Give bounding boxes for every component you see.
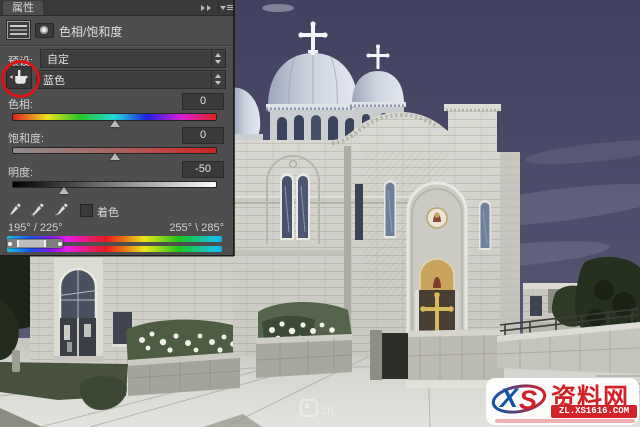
- panel-title: 色相/饱和度: [59, 23, 122, 40]
- svg-text:+: +: [31, 210, 36, 217]
- add-eyedropper-button[interactable]: +: [31, 202, 45, 217]
- range-feather-right[interactable]: [58, 242, 62, 246]
- range-right-label: 255° \ 285°: [169, 222, 224, 234]
- panel-tab-bar: 属性: [0, 0, 233, 16]
- preset-dropdown-arrows-icon: [211, 50, 225, 67]
- watermark-blur-line: [495, 419, 635, 423]
- eyedropper-button[interactable]: [8, 202, 22, 217]
- tab-properties[interactable]: 属性: [3, 1, 43, 15]
- faint-watermark-text: cn: [321, 403, 334, 417]
- preset-value: 自定: [41, 51, 211, 67]
- preset-dropdown[interactable]: 自定: [40, 49, 226, 68]
- lightness-slider-thumb[interactable]: [59, 187, 69, 194]
- range-left-label: 195° / 225°: [8, 222, 63, 234]
- saturation-label: 饱和度:: [8, 130, 44, 146]
- hue-label: 色相:: [8, 96, 33, 112]
- saturation-value-field[interactable]: 0: [182, 127, 224, 144]
- properties-panel: 属性 色相/饱和度 预设: 自定 蓝色 色相: 0 饱和度: 0 明度: -5: [0, 0, 234, 256]
- range-handle-right[interactable]: [44, 240, 46, 247]
- channel-dropdown[interactable]: 蓝色: [36, 70, 226, 89]
- hue-slider[interactable]: [12, 113, 217, 121]
- site-watermark: X S 资料网 ZL.XS1616.COM: [491, 381, 638, 422]
- colorize-label: 着色: [97, 204, 119, 220]
- watermark-site-url: ZL.XS1616.COM: [551, 405, 637, 418]
- saturation-slider-thumb[interactable]: [110, 153, 120, 160]
- channel-dropdown-arrows-icon: [211, 71, 225, 88]
- faint-watermark: cn: [300, 399, 334, 417]
- lightness-slider[interactable]: [12, 181, 217, 188]
- lightness-label: 明度:: [8, 164, 33, 180]
- screenshot-root: cn 属性 色相/饱和度 预设: 自定 蓝色 色相: 0 饱和度: 0: [0, 0, 640, 427]
- hue-range-core[interactable]: [18, 240, 44, 247]
- faint-watermark-logo: [300, 399, 318, 417]
- hue-range-strips: [7, 236, 222, 252]
- channel-value: 蓝色: [37, 72, 211, 88]
- header-divider: [0, 45, 233, 46]
- collapse-panel-icon[interactable]: [201, 4, 213, 12]
- svg-text:-: -: [55, 209, 58, 217]
- subtract-eyedropper-button[interactable]: -: [55, 202, 69, 217]
- lightness-value-field[interactable]: -50: [182, 161, 224, 178]
- watermark-letter-x: X: [500, 383, 518, 414]
- hue-sat-adjustment-icon: [7, 21, 30, 39]
- hue-range-control[interactable]: [7, 239, 63, 248]
- tabbar-divider: [218, 2, 219, 13]
- range-feather-left[interactable]: [8, 242, 12, 246]
- red-circle-annotation: [1, 60, 40, 98]
- watermark-letter-s: S: [519, 385, 537, 416]
- panel-menu-icon[interactable]: [220, 4, 232, 12]
- saturation-slider[interactable]: [12, 147, 217, 154]
- hue-value-field[interactable]: 0: [182, 93, 224, 110]
- colorize-checkbox[interactable]: [80, 204, 93, 217]
- layer-mask-icon[interactable]: [35, 23, 54, 38]
- hue-slider-thumb[interactable]: [110, 120, 120, 127]
- range-handle-left[interactable]: [17, 240, 19, 247]
